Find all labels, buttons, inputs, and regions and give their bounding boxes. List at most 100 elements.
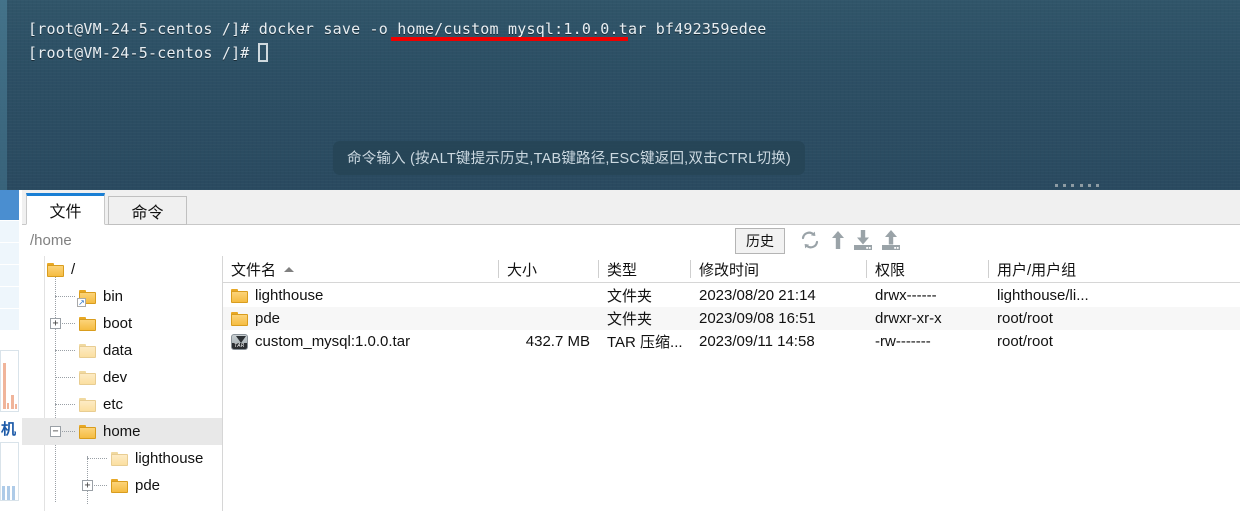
- file-permissions-cell: drwx------: [875, 287, 937, 304]
- tree-item-label: home: [103, 423, 141, 440]
- folder-icon: ↗: [77, 289, 96, 307]
- column-header-filename[interactable]: 文件名: [223, 256, 498, 282]
- file-owner-cell: lighthouse/li...: [997, 287, 1089, 304]
- file-permissions-cell: -rw-------: [875, 333, 931, 350]
- file-name: lighthouse: [255, 287, 324, 304]
- file-name-cell: pde: [231, 307, 280, 330]
- pane-splitter-handle[interactable]: [1055, 183, 1099, 188]
- column-header-label: 类型: [607, 261, 638, 279]
- folder-icon: [79, 397, 96, 412]
- sort-ascending-icon: [284, 266, 295, 272]
- tar-file-icon: TAR: [231, 333, 248, 350]
- history-button-label: 历史: [746, 233, 774, 249]
- tree-item-boot[interactable]: + boot: [22, 310, 222, 337]
- folder-icon: [231, 311, 248, 326]
- column-header-label: 大小: [507, 261, 538, 279]
- tree-item-bin[interactable]: ↗ bin: [22, 283, 222, 310]
- file-modified-cell: 2023/08/20 21:14: [699, 287, 816, 304]
- red-underline-annotation: [391, 37, 628, 41]
- tab-commands[interactable]: 命令: [108, 196, 187, 225]
- history-button[interactable]: 历史: [735, 228, 785, 254]
- background-mini-chart: [0, 350, 19, 412]
- column-header-label: 权限: [875, 261, 906, 279]
- folder-icon: [79, 370, 96, 385]
- background-row: [0, 287, 19, 309]
- folder-icon: [231, 288, 248, 303]
- tree-item-data[interactable]: data: [22, 337, 222, 364]
- file-owner-cell: root/root: [997, 333, 1053, 350]
- background-selected-row: [0, 190, 19, 220]
- tree-item-label: lighthouse: [135, 450, 204, 467]
- tree-item-label: etc: [103, 396, 124, 413]
- file-type-cell: 文件夹: [607, 288, 653, 305]
- path-toolbar-row: 历史: [22, 225, 1240, 257]
- directory-tree-panel[interactable]: / ↗ bin + boot data dev etc − home light…: [22, 256, 222, 511]
- file-name: pde: [255, 310, 281, 327]
- column-header-label: 用户/用户组: [997, 261, 1077, 279]
- tree-item-etc[interactable]: etc: [22, 391, 222, 418]
- file-type-cell: 文件夹: [607, 311, 653, 328]
- tab-files[interactable]: 文件: [26, 193, 105, 225]
- tab-files-label: 文件: [49, 204, 82, 221]
- path-input[interactable]: [26, 229, 716, 252]
- tree-item-label: data: [103, 342, 133, 359]
- terminal-command-prefix: [root@VM-24-5-centos /]# docker save -o: [28, 20, 398, 38]
- tree-expander-icon[interactable]: −: [50, 426, 61, 437]
- background-row: [0, 265, 19, 287]
- upload-icon[interactable]: [879, 228, 903, 252]
- terminal-cursor: [258, 43, 268, 62]
- tab-commands-label: 命令: [131, 204, 164, 222]
- parent-dir-icon[interactable]: [826, 228, 850, 252]
- column-header-owner[interactable]: 用户/用户组: [989, 256, 1189, 282]
- tree-item-home[interactable]: − home: [22, 418, 222, 445]
- shortcut-overlay-icon: ↗: [77, 297, 86, 307]
- tree-item-label: pde: [135, 477, 161, 494]
- folder-icon: [111, 478, 128, 493]
- column-header-label: 修改时间: [699, 261, 760, 279]
- terminal-command-line: [root@VM-24-5-centos /]# docker save -o …: [28, 20, 766, 38]
- terminal-prompt-line: [root@VM-24-5-centos /]#: [28, 44, 259, 62]
- tree-item-root[interactable]: /: [22, 256, 222, 283]
- file-list-panel[interactable]: 文件名 大小 类型 修改时间 权限 用户/用户组 lighthouse 文件夹 …: [222, 256, 1240, 511]
- folder-icon: [79, 316, 96, 331]
- terminal-command-suffix: bf492359edee: [646, 20, 767, 38]
- table-row[interactable]: lighthouse 文件夹 2023/08/20 21:14 drwx----…: [223, 284, 1240, 307]
- background-row: [0, 243, 19, 265]
- folder-icon: [111, 451, 128, 466]
- column-header-type[interactable]: 类型: [599, 256, 690, 282]
- folder-icon: [79, 343, 96, 358]
- tree-item-label: /: [71, 261, 76, 278]
- background-window-strip: 机: [0, 190, 22, 511]
- tree-item-lighthouse[interactable]: lighthouse: [22, 445, 222, 472]
- column-header-modified[interactable]: 修改时间: [691, 256, 866, 282]
- file-size-cell: [499, 284, 590, 307]
- background-mini-chart-secondary: [0, 442, 19, 501]
- file-owner-cell: root/root: [997, 310, 1053, 327]
- table-row[interactable]: pde 文件夹 2023/09/08 16:51 drwxr-xr-x root…: [223, 307, 1240, 330]
- file-name-cell: lighthouse: [231, 284, 323, 307]
- tree-item-pde[interactable]: + pde: [22, 472, 222, 499]
- command-input-hint: 命令输入 (按ALT键提示历史,TAB键路径,ESC键返回,双击CTRL切换): [333, 141, 805, 175]
- terminal-pane[interactable]: [root@VM-24-5-centos /]# docker save -o …: [0, 0, 1240, 190]
- background-row: [0, 221, 19, 243]
- background-row: [0, 309, 19, 331]
- file-type-cell: TAR 压缩...: [607, 334, 683, 351]
- terminal-left-accent-bar: [0, 0, 7, 190]
- tree-expander-icon[interactable]: +: [50, 318, 61, 329]
- tab-bar: 文件 命令: [22, 190, 1240, 228]
- table-row[interactable]: TAR custom_mysql:1.0.0.tar 432.7 MB TAR …: [223, 330, 1240, 353]
- tree-item-label: boot: [103, 315, 133, 332]
- tree-expander-icon[interactable]: +: [82, 480, 93, 491]
- refresh-icon[interactable]: [798, 228, 822, 252]
- column-header-permissions[interactable]: 权限: [867, 256, 988, 282]
- column-header-size[interactable]: 大小: [499, 256, 598, 282]
- file-manager-pane: 文件 命令 历史: [22, 190, 1240, 511]
- folder-icon: [79, 424, 96, 439]
- file-name: custom_mysql:1.0.0.tar: [255, 333, 411, 350]
- file-size-cell: [499, 307, 590, 330]
- terminal-command-highlighted-path: home/custom_mysql:1.0.0.tar: [397, 20, 647, 38]
- download-icon[interactable]: [851, 228, 875, 252]
- file-modified-cell: 2023/09/11 14:58: [699, 333, 815, 350]
- tree-item-dev[interactable]: dev: [22, 364, 222, 391]
- file-size-cell: 432.7 MB: [525, 333, 590, 350]
